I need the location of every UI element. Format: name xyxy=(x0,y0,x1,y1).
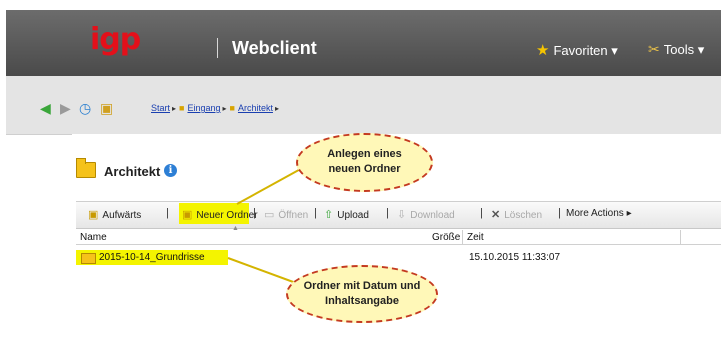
callout-new-folder: Anlegen eines neuen Ordner xyxy=(296,133,433,192)
window: igp Webclient ★ Favoriten ▾ ✂ Tools ▾ ◀ ▶ … xyxy=(0,0,727,358)
callout-line-folder xyxy=(227,257,297,284)
callout-folder-text: Ordner mit Datum und Inhaltsangabe xyxy=(303,280,421,307)
callout-line-new-folder xyxy=(236,165,307,205)
callout-new-folder-text: Anlegen eines neuen Ordner xyxy=(327,148,402,175)
callout-folder: Ordner mit Datum und Inhaltsangabe xyxy=(286,265,438,323)
